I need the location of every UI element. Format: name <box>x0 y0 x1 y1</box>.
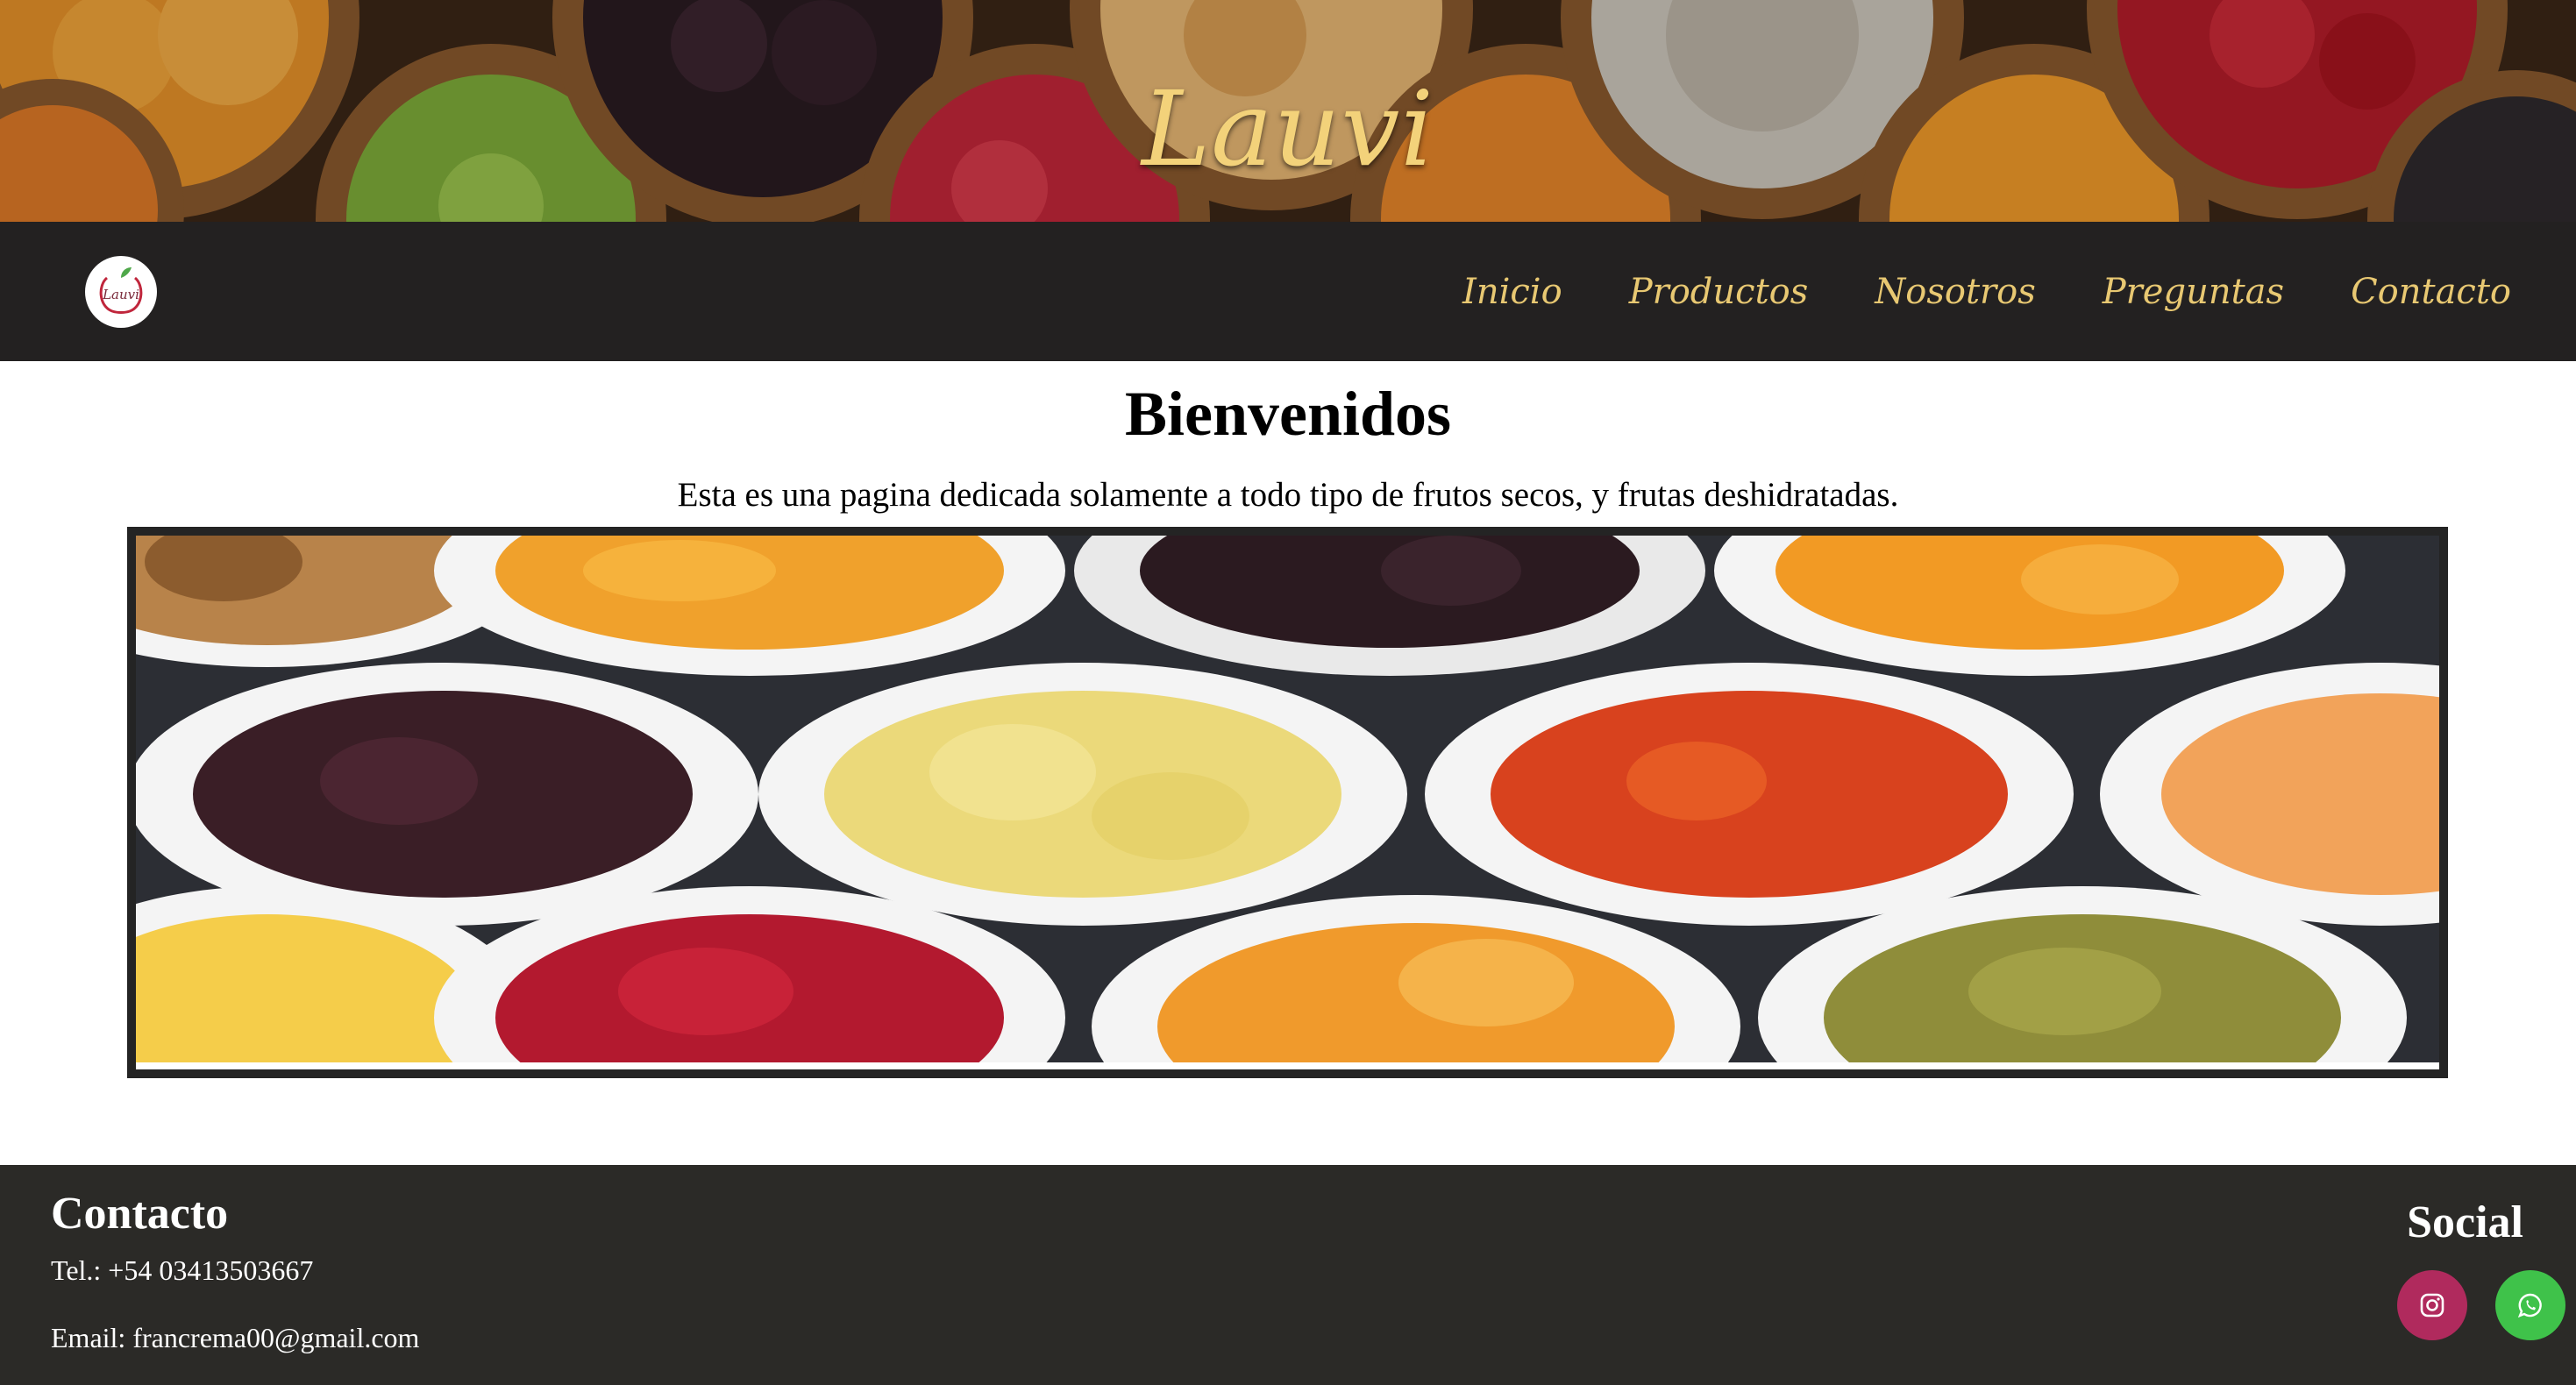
instagram-button[interactable] <box>2397 1270 2467 1340</box>
logo[interactable]: Lauvi <box>85 256 157 328</box>
footer-phone: Tel.: +54 03413503667 <box>51 1254 314 1286</box>
logo-text: Lauvi <box>102 287 139 302</box>
page-description: Esta es una pagina dedicada solamente a … <box>677 476 1899 514</box>
nav-link-nosotros[interactable]: Nosotros <box>1875 272 2036 312</box>
footer-social-title: Social <box>2407 1197 2523 1247</box>
nav-links: Inicio Productos Nosotros Preguntas Cont… <box>1462 222 2511 361</box>
dried-fruits-image <box>136 536 2439 1062</box>
page-title: Bienvenidos <box>1124 379 1452 449</box>
footer: Contacto Tel.: +54 03413503667 Email: fr… <box>0 1165 2576 1385</box>
logo-icon: Lauvi <box>99 267 143 314</box>
hero-brand-title: Lauvi <box>1141 68 1435 189</box>
instagram-icon <box>2420 1293 2444 1318</box>
footer-email: Email: francrema00@gmail.com <box>51 1322 420 1353</box>
whatsapp-button[interactable] <box>2495 1270 2565 1340</box>
banner-image <box>136 536 2439 1069</box>
nav-link-inicio[interactable]: Inicio <box>1462 272 1562 312</box>
nav-link-productos[interactable]: Productos <box>1629 272 1809 312</box>
navbar: Lauvi Inicio Productos Nosotros Pregunta… <box>0 222 2576 361</box>
nav-link-contacto[interactable]: Contacto <box>2351 272 2511 312</box>
banner-frame <box>127 527 2448 1078</box>
nav-link-preguntas[interactable]: Preguntas <box>2103 272 2284 312</box>
whatsapp-icon <box>2517 1293 2542 1318</box>
footer-contact-title: Contacto <box>51 1189 229 1239</box>
hero-banner: Lauvi <box>0 0 2576 222</box>
